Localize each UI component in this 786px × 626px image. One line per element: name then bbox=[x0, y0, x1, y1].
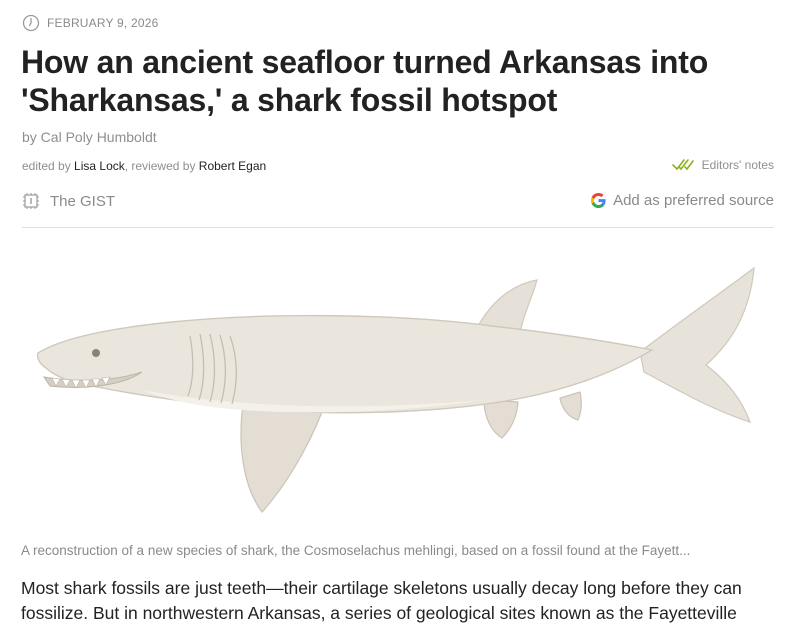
editors-notes-link[interactable]: Editors' notes bbox=[671, 158, 774, 172]
editorial-credits: edited by Lisa Lock, reviewed by Robert … bbox=[22, 159, 266, 173]
reviewed-by-label: , reviewed by bbox=[124, 159, 196, 173]
shark-reconstruction-image[interactable] bbox=[22, 240, 774, 530]
preferred-source-label: Add as preferred source bbox=[613, 192, 774, 209]
byline: by Cal Poly Humboldt bbox=[22, 129, 157, 145]
google-g-icon bbox=[591, 192, 606, 209]
gist-chip-icon bbox=[23, 193, 39, 209]
editors-notes-label: Editors' notes bbox=[701, 158, 774, 172]
pelvic-fin bbox=[483, 399, 519, 439]
article-body-paragraph: Most shark fossils are just teeth—their … bbox=[21, 578, 742, 623]
editor-name[interactable]: Lisa Lock bbox=[74, 159, 125, 173]
publish-date-row: FEBRUARY 9, 2026 bbox=[22, 14, 158, 32]
anal-fin bbox=[559, 391, 582, 421]
image-caption: A reconstruction of a new species of sha… bbox=[21, 543, 691, 558]
article-title: How an ancient seafloor turned Arkansas … bbox=[21, 44, 709, 118]
gist-toggle[interactable]: The GIST bbox=[22, 192, 115, 210]
edited-by-label: edited by bbox=[22, 159, 71, 173]
clock-icon bbox=[22, 14, 40, 32]
caudal-fin bbox=[639, 266, 755, 423]
article-page: FEBRUARY 9, 2026 How an ancient seafloor… bbox=[0, 0, 786, 624]
add-preferred-source-button[interactable]: Add as preferred source bbox=[590, 192, 774, 209]
header-divider bbox=[22, 227, 774, 228]
shark-eye bbox=[92, 349, 100, 357]
reviewer-name[interactable]: Robert Egan bbox=[199, 159, 266, 173]
double-check-icon bbox=[671, 159, 694, 171]
publish-date: FEBRUARY 9, 2026 bbox=[47, 16, 159, 30]
pectoral-fin bbox=[240, 397, 323, 513]
gist-label: The GIST bbox=[50, 192, 116, 210]
